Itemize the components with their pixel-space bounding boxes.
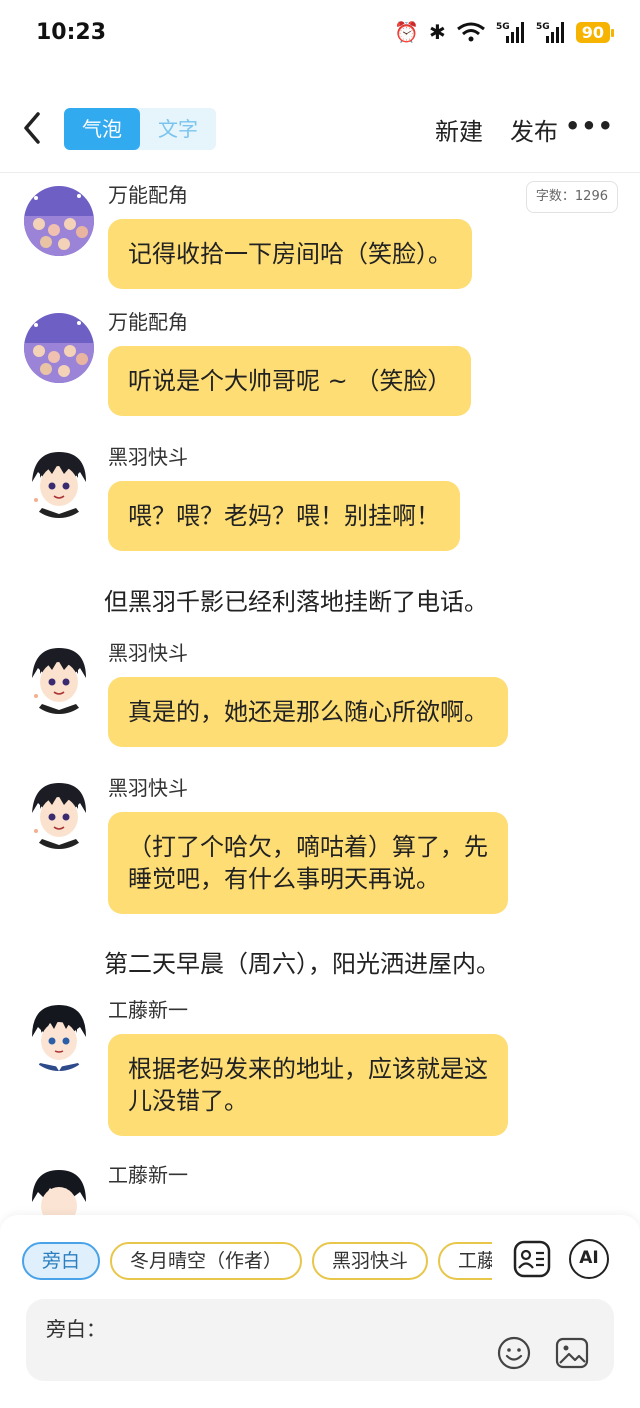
role-chip-shinichi[interactable]: 工藤 bbox=[438, 1242, 492, 1280]
tab-text[interactable]: 文字 bbox=[140, 108, 216, 150]
more-icon[interactable]: ••• bbox=[565, 112, 614, 140]
avatar-crowd bbox=[24, 313, 94, 383]
chat-bubble[interactable]: 真是的，她还是那么随心所欲啊。 bbox=[108, 677, 508, 747]
role-chip-author[interactable]: 冬月晴空（作者） bbox=[110, 1242, 303, 1280]
svg-text:5G: 5G bbox=[496, 22, 510, 32]
narration-message[interactable]: 但黑羽千影已经利落地挂断了电话。 bbox=[22, 571, 640, 633]
role-chip-list[interactable]: 旁白 冬月晴空（作者） 黑羽快斗 工藤 bbox=[22, 1242, 492, 1282]
speaker-name: 黑羽快斗 bbox=[108, 445, 188, 469]
wifi-icon bbox=[456, 22, 485, 42]
bluetooth-icon: ✱ bbox=[428, 20, 446, 44]
publish-button[interactable]: 发布 bbox=[510, 112, 558, 147]
status-icons: ⏰ ✱ 5G 5G 90 bbox=[394, 20, 615, 44]
bubble-line: 儿没错了。 bbox=[128, 1087, 248, 1115]
chat-area[interactable]: 万能配角 记得收拾一下房间哈（笑脸）。 万能配角 听说是个大帅哥呢 ~ （笑脸）… bbox=[0, 175, 640, 1215]
input-role-label: 旁白： bbox=[46, 1317, 106, 1341]
chat-message[interactable]: 黑羽快斗 喂？喂？老妈？喂！别挂啊！ bbox=[22, 437, 640, 571]
signal-5g-icon-2: 5G bbox=[536, 22, 564, 43]
header-divider bbox=[0, 172, 640, 173]
bubble-line: 睡觉吧，有什么事明天再说。 bbox=[128, 865, 440, 893]
word-count-badge: 字数：1296 bbox=[525, 181, 618, 213]
chat-message[interactable]: 黑羽快斗 真是的，她还是那么随心所欲啊。 bbox=[22, 633, 640, 768]
status-bar: 10:23 ⏰ ✱ 5G 5G 90 bbox=[0, 0, 640, 70]
role-chip-narration[interactable]: 旁白 bbox=[22, 1242, 101, 1280]
chat-message[interactable]: 工藤新一 bbox=[22, 1155, 640, 1215]
narration-message[interactable]: 第二天早晨（周六），阳光洒进屋内。 bbox=[22, 933, 640, 990]
back-icon[interactable] bbox=[18, 108, 48, 148]
top-bar: 气泡 文字 新建 发布 ••• bbox=[0, 100, 640, 160]
avatar-shinichi bbox=[24, 1001, 94, 1071]
tab-bubble[interactable]: 气泡 bbox=[64, 108, 140, 150]
speaker-name: 工藤新一 bbox=[108, 998, 188, 1022]
narration-text: 但黑羽千影已经利落地挂断了电话。 bbox=[104, 588, 488, 616]
svg-text:5G: 5G bbox=[536, 22, 550, 32]
avatar-kaito bbox=[24, 779, 94, 849]
emoji-icon[interactable] bbox=[496, 1335, 532, 1371]
status-time: 10:23 bbox=[36, 20, 107, 45]
avatar-shinichi bbox=[24, 1166, 94, 1215]
chat-bubble[interactable]: 喂？喂？老妈？喂！别挂啊！ bbox=[108, 481, 460, 551]
chat-message[interactable]: 工藤新一 根据老妈发来的地址，应该就是这 儿没错了。 bbox=[22, 990, 640, 1155]
speaker-name: 黑羽快斗 bbox=[108, 776, 188, 800]
ai-button[interactable]: AI bbox=[569, 1239, 609, 1279]
bubble-line: （打了个哈欠，嘀咕着）算了，先 bbox=[128, 833, 488, 861]
speaker-name: 工藤新一 bbox=[108, 1163, 188, 1187]
avatar-kaito bbox=[24, 448, 94, 518]
role-chip-kaito[interactable]: 黑羽快斗 bbox=[312, 1242, 429, 1280]
chat-message[interactable]: 黑羽快斗 （打了个哈欠，嘀咕着）算了，先 睡觉吧，有什么事明天再说。 bbox=[22, 768, 640, 933]
chat-bubble[interactable]: 根据老妈发来的地址，应该就是这 儿没错了。 bbox=[108, 1034, 508, 1136]
mode-segmented-control: 气泡 文字 bbox=[64, 108, 216, 150]
chat-bubble[interactable]: 听说是个大帅哥呢 ~ （笑脸） bbox=[108, 346, 472, 416]
speaker-name: 黑羽快斗 bbox=[108, 641, 188, 665]
narration-text: 第二天早晨（周六），阳光洒进屋内。 bbox=[104, 950, 500, 978]
chat-bubble[interactable]: 记得收拾一下房间哈（笑脸）。 bbox=[108, 219, 472, 289]
alarm-icon: ⏰ bbox=[394, 20, 419, 44]
avatar-crowd bbox=[24, 186, 94, 256]
image-icon[interactable] bbox=[554, 1335, 590, 1371]
role-card-icon[interactable] bbox=[512, 1239, 552, 1279]
signal-5g-icon: 5G bbox=[496, 22, 524, 43]
chat-bubble[interactable]: （打了个哈欠，嘀咕着）算了，先 睡觉吧，有什么事明天再说。 bbox=[108, 812, 508, 914]
battery-indicator: 90 bbox=[575, 21, 615, 43]
avatar-kaito bbox=[24, 644, 94, 714]
chat-message[interactable]: 万能配角 听说是个大帅哥呢 ~ （笑脸） bbox=[22, 302, 640, 437]
speaker-name: 万能配角 bbox=[108, 310, 188, 334]
message-input[interactable]: 旁白： bbox=[26, 1299, 614, 1381]
bubble-line: 根据老妈发来的地址，应该就是这 bbox=[128, 1055, 488, 1083]
composer-panel: 旁白 冬月晴空（作者） 黑羽快斗 工藤 AI 旁白： bbox=[0, 1215, 640, 1408]
new-button[interactable]: 新建 bbox=[435, 112, 483, 147]
